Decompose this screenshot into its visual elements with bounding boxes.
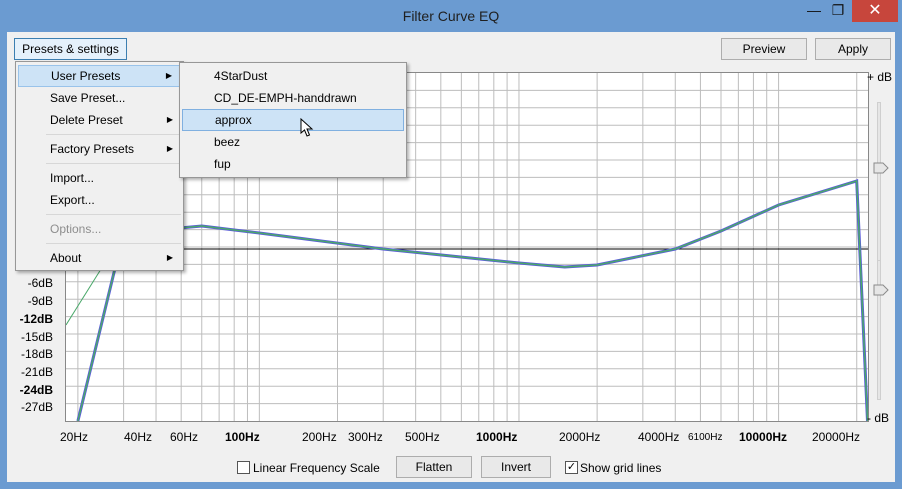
linear-scale-checkbox[interactable] bbox=[237, 461, 250, 474]
menu-item-save-preset-label: Save Preset... bbox=[50, 91, 126, 105]
menu-item-user-presets-label: User Presets bbox=[51, 69, 121, 83]
menu-item-export[interactable]: Export... bbox=[18, 189, 181, 211]
y-label-9db: -9dB bbox=[27, 294, 53, 308]
x-label-300hz: 300Hz bbox=[348, 430, 383, 444]
eq-curve[interactable] bbox=[76, 178, 869, 422]
menu-separator bbox=[46, 134, 181, 135]
menu-item-about[interactable]: About ▶ bbox=[18, 247, 181, 269]
flatten-button[interactable]: Flatten bbox=[396, 456, 472, 478]
max-gain-slider-track[interactable] bbox=[877, 102, 881, 272]
x-label-10000hz: 10000Hz bbox=[739, 430, 788, 444]
menu-item-options: Options... bbox=[18, 218, 181, 240]
preset-item[interactable]: fup bbox=[182, 153, 404, 175]
preset-item[interactable]: CD_DE-EMPH-handdrawn bbox=[182, 87, 404, 109]
menu-item-import[interactable]: Import... bbox=[18, 167, 181, 189]
x-label-100hz: 100Hz bbox=[225, 430, 260, 444]
submenu-arrow-icon: ▶ bbox=[165, 71, 172, 80]
linear-scale-label[interactable]: Linear Frequency Scale bbox=[253, 461, 380, 475]
x-label-60hz: 60Hz bbox=[170, 430, 199, 444]
preset-item[interactable]: approx bbox=[182, 109, 404, 131]
preview-button[interactable]: Preview bbox=[721, 38, 807, 60]
menu-item-save-preset[interactable]: Save Preset... bbox=[18, 87, 181, 109]
menu-item-import-label: Import... bbox=[50, 171, 95, 185]
show-grid-label[interactable]: Show grid lines bbox=[580, 461, 661, 475]
x-label-20hz: 20Hz bbox=[60, 430, 89, 444]
x-label-4000hz: 4000Hz bbox=[638, 430, 680, 444]
menu-item-factory-presets[interactable]: Factory Presets ▶ bbox=[18, 138, 181, 160]
plus-db-label: + dB bbox=[867, 70, 893, 84]
submenu-arrow-icon: ▶ bbox=[166, 144, 173, 153]
y-label-12db: -12dB bbox=[19, 312, 53, 326]
x-label-200hz: 200Hz bbox=[302, 430, 337, 444]
menu-item-factory-presets-label: Factory Presets bbox=[50, 142, 135, 156]
filter-curve-window: Filter Curve EQ — ❐ ✕ Presets & settings… bbox=[0, 0, 902, 489]
menu-separator bbox=[46, 243, 181, 244]
mouse-cursor-icon bbox=[300, 118, 314, 137]
menu-item-export-label: Export... bbox=[50, 193, 95, 207]
x-label-500hz: 500Hz bbox=[405, 430, 440, 444]
presets-settings-button[interactable]: Presets & settings bbox=[14, 38, 127, 60]
x-label-2000hz: 2000Hz bbox=[559, 430, 601, 444]
menu-item-about-label: About bbox=[50, 251, 82, 265]
minimize-button[interactable]: — bbox=[802, 2, 826, 24]
menu-item-delete-preset[interactable]: Delete Preset ▶ bbox=[18, 109, 181, 131]
y-label-15db: -15dB bbox=[20, 330, 53, 344]
maximize-button[interactable]: ❐ bbox=[826, 2, 850, 24]
minus-db-label: - dB bbox=[867, 411, 890, 425]
menu-item-user-presets[interactable]: User Presets ▶ bbox=[18, 65, 181, 87]
x-label-6100hz: 6100Hz bbox=[688, 432, 723, 443]
x-label-40hz: 40Hz bbox=[124, 430, 153, 444]
presets-menu: User Presets ▶ Save Preset... Delete Pres… bbox=[15, 61, 184, 271]
y-label-24db: -24dB bbox=[19, 383, 53, 397]
menu-separator bbox=[46, 163, 181, 164]
close-button[interactable]: ✕ bbox=[852, 0, 898, 22]
menu-item-delete-preset-label: Delete Preset bbox=[50, 113, 123, 127]
min-gain-slider-thumb[interactable] bbox=[873, 284, 889, 296]
max-gain-slider-thumb[interactable] bbox=[873, 162, 889, 174]
y-label-18db: -18dB bbox=[20, 347, 53, 361]
y-label-27db: -27dB bbox=[20, 400, 53, 414]
window-title: Filter Curve EQ bbox=[402, 8, 500, 24]
menu-separator bbox=[46, 214, 181, 215]
submenu-arrow-icon: ▶ bbox=[166, 253, 173, 262]
menu-item-options-label: Options... bbox=[50, 222, 102, 236]
y-label-6db: -6dB bbox=[27, 276, 53, 290]
x-label-1000hz: 1000Hz bbox=[476, 430, 518, 444]
preset-item[interactable]: 4StarDust bbox=[182, 65, 404, 87]
x-label-20000hz: 20000Hz bbox=[812, 430, 861, 444]
invert-button[interactable]: Invert bbox=[481, 456, 551, 478]
preset-item[interactable]: beez bbox=[182, 131, 404, 153]
apply-button[interactable]: Apply bbox=[815, 38, 891, 60]
submenu-arrow-icon: ▶ bbox=[166, 115, 173, 124]
user-presets-submenu: 4StarDust CD_DE-EMPH-handdrawn approx be… bbox=[179, 62, 407, 178]
show-grid-checkbox[interactable]: ✓ bbox=[565, 461, 578, 474]
min-gain-slider-track[interactable] bbox=[877, 260, 881, 400]
y-label-21db: -21dB bbox=[20, 365, 53, 379]
title-bar[interactable]: Filter Curve EQ — ❐ ✕ bbox=[0, 0, 902, 32]
